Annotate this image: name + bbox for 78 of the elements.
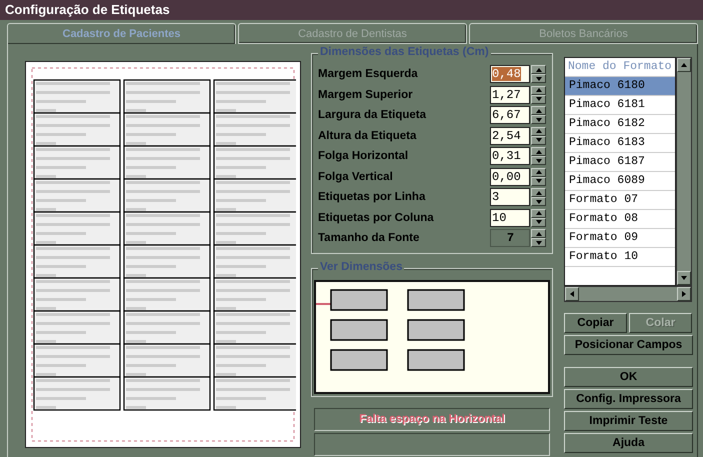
field-label: Margem Superior	[318, 88, 414, 101]
value-display: 7	[490, 229, 530, 248]
down-arrow-icon	[536, 76, 542, 81]
field-label: Folga Horizontal	[318, 150, 410, 162]
field-label: Etiquetas por Coluna	[318, 212, 435, 224]
down-arrow-icon	[536, 118, 542, 122]
up-arrow-icon	[536, 232, 542, 236]
up-arrow-icon	[536, 88, 542, 92]
list-item[interactable]: Pimaco 6180	[565, 77, 675, 96]
spin-down-button[interactable]	[531, 238, 546, 248]
spin-down-button[interactable]	[531, 156, 546, 166]
down-arrow-icon	[536, 179, 542, 184]
up-arrow-icon	[536, 129, 542, 134]
spin-up-button[interactable]	[531, 147, 546, 156]
horizontal-scrollbar[interactable]	[564, 286, 692, 302]
scroll-right-button[interactable]	[677, 287, 691, 301]
spin-up-button[interactable]	[531, 126, 546, 136]
down-arrow-icon	[536, 220, 542, 224]
list-item[interactable]: Pimaco 6181	[565, 96, 675, 115]
up-arrow-icon	[536, 190, 542, 195]
down-arrow-icon	[681, 276, 687, 280]
list-item[interactable]: Pimaco 6089	[565, 172, 675, 191]
spin-up-button[interactable]	[531, 188, 546, 198]
field-label: Margem Esquerda	[318, 68, 419, 80]
down-arrow-icon	[536, 200, 542, 204]
window-title: Configuração de Etiquetas	[0, 0, 703, 20]
left-arrow-icon	[570, 291, 574, 297]
input-field[interactable]: 0,00	[490, 168, 530, 186]
up-arrow-icon	[681, 63, 687, 67]
action-button[interactable]: OK	[564, 367, 693, 387]
down-arrow-icon	[536, 97, 542, 102]
list-item[interactable]: Formato 09	[565, 229, 675, 248]
action-button[interactable]: Copiar	[564, 313, 627, 333]
list-item[interactable]: Pimaco 6182	[565, 115, 675, 134]
field-label: Folga Vertical	[318, 170, 394, 183]
input-field[interactable]: 0,31	[490, 147, 530, 166]
down-arrow-icon	[536, 158, 542, 163]
scroll-up-button[interactable]	[677, 58, 691, 72]
down-arrow-icon	[536, 240, 542, 245]
spin-up-button[interactable]	[531, 229, 546, 238]
spin-up-button[interactable]	[531, 106, 546, 116]
up-arrow-icon	[536, 170, 542, 174]
up-arrow-icon	[536, 68, 542, 72]
input-field[interactable]: 3	[490, 188, 530, 206]
spin-up-button[interactable]	[531, 168, 546, 177]
spin-down-button[interactable]	[531, 115, 546, 124]
field-label: Tamanho da Fonte	[318, 232, 420, 244]
spin-up-button[interactable]	[531, 65, 546, 74]
input-field[interactable]: 0,48	[490, 65, 530, 84]
field-label: Altura da Etiqueta	[318, 130, 418, 142]
scroll-left-button[interactable]	[565, 287, 579, 301]
input-field[interactable]: 10	[490, 208, 530, 227]
up-arrow-icon	[536, 108, 542, 113]
list-item[interactable]: Formato 07	[565, 191, 675, 210]
spin-down-button[interactable]	[531, 197, 546, 206]
input-field[interactable]: 6,67	[490, 106, 530, 124]
up-arrow-icon	[536, 211, 542, 216]
field-label: Etiquetas por Linha	[318, 191, 426, 204]
spin-up-button[interactable]	[531, 86, 546, 95]
vertical-scrollbar[interactable]	[676, 57, 692, 286]
input-field[interactable]: 2,54	[490, 126, 530, 145]
action-button[interactable]: Posicionar Campos	[564, 335, 693, 355]
down-arrow-icon	[536, 138, 542, 142]
action-button[interactable]: Ajuda	[564, 433, 693, 453]
right-arrow-icon	[682, 291, 686, 297]
warning-message: Falta espaço na Horizontal	[359, 413, 505, 425]
list-item[interactable]: Formato 10	[565, 248, 675, 267]
list-item[interactable]: Pimaco 6183	[565, 134, 675, 153]
list-item[interactable]: Formato 08	[565, 210, 675, 229]
action-button[interactable]: Config. Impressora	[564, 389, 693, 409]
action-button[interactable]: Imprimir Teste	[564, 411, 693, 431]
list-item[interactable]: Pimaco 6187	[565, 153, 675, 172]
field-label: Largura da Etiqueta	[318, 109, 427, 122]
input-field[interactable]: 1,27	[490, 86, 530, 104]
scroll-down-button[interactable]	[677, 271, 691, 285]
up-arrow-icon	[536, 150, 542, 154]
spin-up-button[interactable]	[531, 208, 546, 218]
spin-down-button[interactable]	[531, 74, 546, 84]
